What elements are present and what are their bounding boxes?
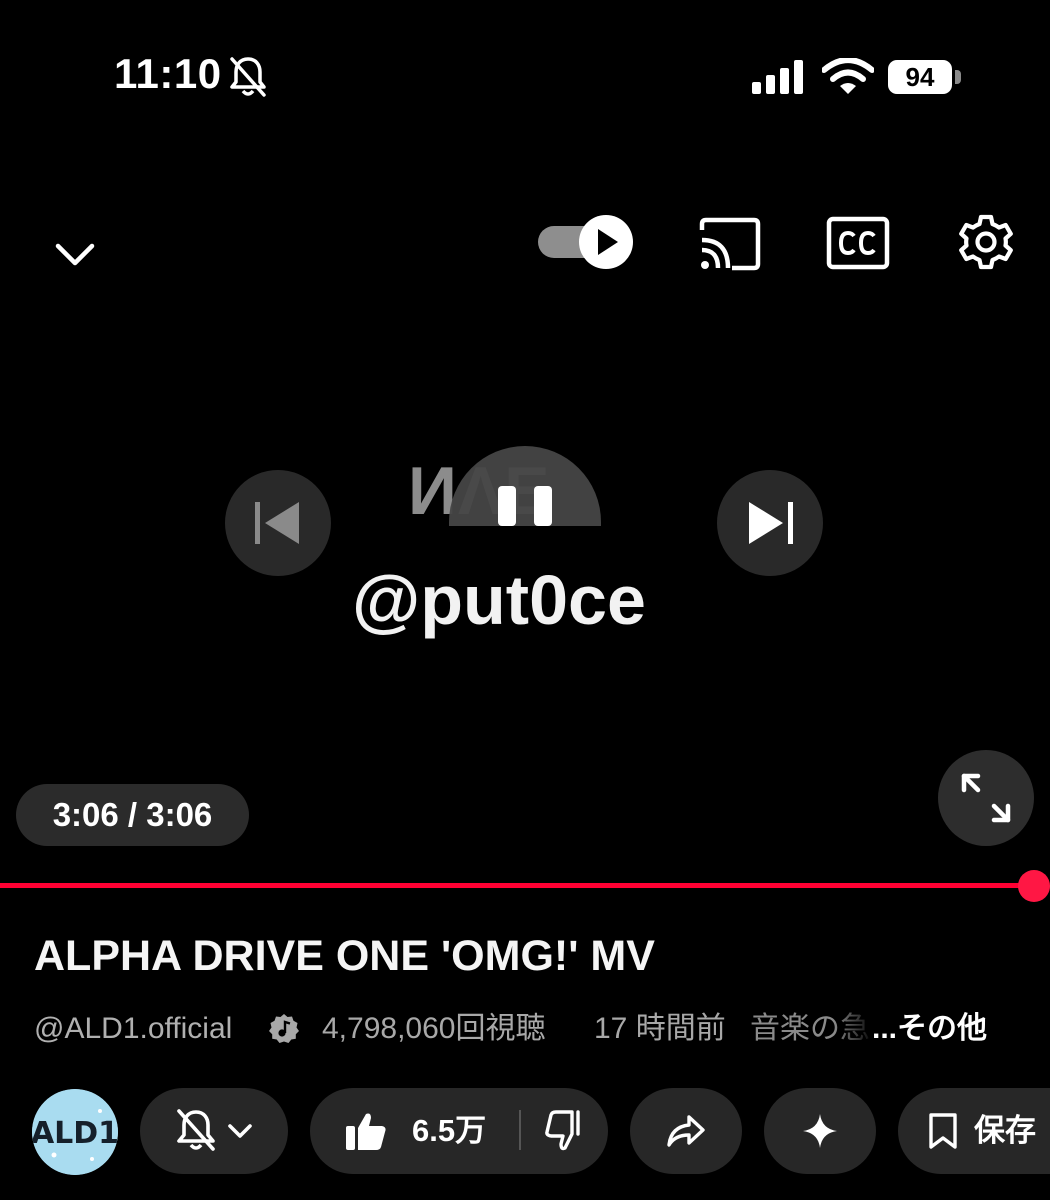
save-label: 保存 bbox=[974, 1113, 1036, 1148]
youtube-watch-screen: 11:10 94 ИΛE @put0ce bbox=[0, 0, 1050, 1200]
progress-bar[interactable] bbox=[0, 883, 1034, 888]
previous-button[interactable] bbox=[225, 470, 331, 576]
chevron-down-icon bbox=[228, 1124, 252, 1138]
upload-age: 17 時間前 bbox=[594, 1012, 726, 1045]
skip-next-icon bbox=[749, 502, 793, 544]
ask-ai-button[interactable] bbox=[764, 1088, 876, 1174]
chevron-down-icon[interactable] bbox=[46, 226, 104, 284]
status-time: 11:10 bbox=[114, 50, 222, 97]
cc-icon[interactable] bbox=[826, 216, 890, 270]
autoplay-toggle[interactable] bbox=[536, 214, 634, 270]
notification-bell-button[interactable] bbox=[140, 1088, 288, 1174]
avatar-text: ALD1 bbox=[32, 1116, 118, 1151]
time-display: 3:06 / 3:06 bbox=[16, 784, 249, 846]
fullscreen-icon bbox=[961, 773, 1011, 823]
signal-icon bbox=[752, 60, 803, 94]
video-meta-row[interactable]: @ALD1.official 4,798,060回視聴 17 時間前 音楽の急 … bbox=[34, 1008, 1050, 1050]
fullscreen-button[interactable] bbox=[938, 750, 1034, 846]
like-divider bbox=[519, 1110, 521, 1150]
view-count: 4,798,060回視聴 bbox=[322, 1012, 546, 1045]
sparkle-icon bbox=[803, 1114, 837, 1148]
next-button[interactable] bbox=[717, 470, 823, 576]
more-link[interactable]: ...その他 bbox=[872, 1008, 987, 1050]
cast-icon[interactable] bbox=[696, 216, 762, 272]
share-icon bbox=[667, 1115, 705, 1147]
bookmark-icon bbox=[929, 1113, 957, 1149]
channel-handle[interactable]: @ALD1.official bbox=[34, 1008, 232, 1050]
bell-off-icon bbox=[177, 1109, 252, 1151]
wifi-icon bbox=[822, 58, 874, 94]
battery-nub bbox=[955, 70, 961, 84]
skip-previous-icon bbox=[255, 502, 299, 544]
gear-icon[interactable] bbox=[954, 210, 1018, 274]
share-button[interactable] bbox=[630, 1088, 742, 1174]
like-count: 6.5万 bbox=[412, 1113, 487, 1148]
verified-artist-icon bbox=[269, 1014, 299, 1043]
thumbs-down-icon[interactable] bbox=[544, 1110, 584, 1152]
progress-scrubber[interactable] bbox=[1018, 870, 1050, 902]
video-title[interactable]: ALPHA DRIVE ONE 'OMG!' MV bbox=[34, 932, 1034, 981]
thumbs-up-icon[interactable] bbox=[344, 1110, 388, 1152]
video-watermark: @put0ce bbox=[352, 561, 646, 639]
channel-avatar[interactable]: ALD1 bbox=[32, 1089, 118, 1175]
text-fade bbox=[834, 1008, 874, 1050]
battery-icon: 94 bbox=[888, 60, 952, 94]
bell-off-icon bbox=[230, 57, 266, 97]
